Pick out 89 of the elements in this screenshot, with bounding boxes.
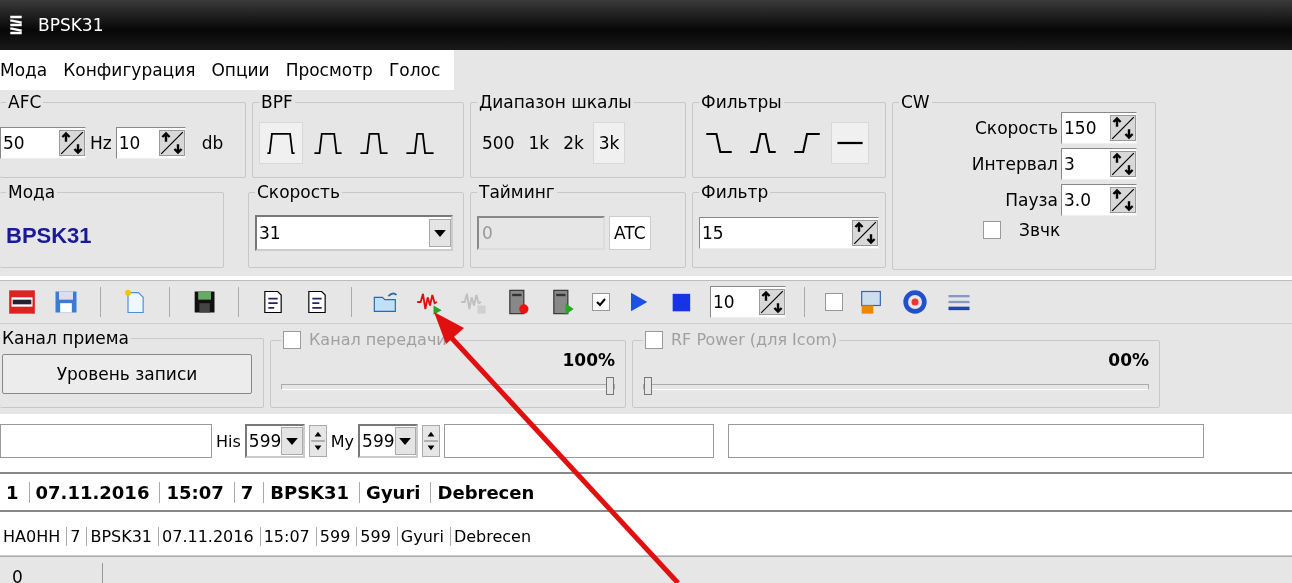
filter-type-button[interactable]: [831, 122, 869, 164]
log-cell: 599: [316, 527, 358, 546]
up-down-button[interactable]: [308, 425, 327, 457]
text-field[interactable]: [444, 424, 715, 458]
spin-field[interactable]: 3.0: [1061, 184, 1137, 216]
range-button[interactable]: 500: [477, 122, 520, 164]
field-label: His: [216, 431, 241, 451]
text-field[interactable]: [728, 424, 1205, 458]
menu-item[interactable]: Просмотр: [285, 60, 373, 80]
checkbox[interactable]: [592, 293, 610, 311]
slider-thumb[interactable]: [644, 377, 652, 395]
level-reading: 00%: [1108, 350, 1149, 370]
group-title: BPF: [260, 92, 294, 112]
check-icon: [595, 296, 607, 308]
field-label: My: [330, 431, 355, 451]
spin-arrows-icon[interactable]: [1110, 187, 1136, 213]
window-title: BPSK31: [38, 15, 104, 35]
spin-field[interactable]: 15: [699, 217, 879, 249]
text-field[interactable]: [0, 424, 212, 458]
checkbox[interactable]: [645, 331, 663, 349]
range-button[interactable]: 3k: [592, 122, 626, 164]
unit-label: Hz: [90, 133, 112, 153]
spin-arrows-icon[interactable]: [1110, 115, 1136, 141]
range-button[interactable]: 1k: [523, 122, 555, 164]
caret-icon[interactable]: [286, 437, 299, 445]
spin-field[interactable]: 10: [115, 127, 186, 159]
unit-label: db: [201, 133, 224, 153]
range-button[interactable]: 2k: [558, 122, 589, 164]
checkbox-label: Звчк: [1019, 220, 1061, 240]
spin-arrows-icon[interactable]: [852, 220, 878, 246]
menu-item[interactable]: Голос: [388, 60, 441, 80]
group-title: AFC: [7, 92, 43, 112]
log-cell-text: Debrecen: [452, 527, 533, 546]
log-cell: 15:07: [260, 527, 317, 546]
spin-arrows-icon[interactable]: [1110, 151, 1136, 177]
app-icon: [8, 14, 24, 36]
field-label: Скорость: [975, 118, 1058, 138]
log-cell: BPSK31: [87, 527, 160, 546]
group-title: Канал приема: [1, 328, 130, 348]
group-title: Фильтр: [700, 182, 770, 202]
group-title: Фильтры: [700, 92, 783, 112]
mode-value: BPSK31: [6, 222, 93, 249]
spin-field[interactable]: 150: [1061, 112, 1137, 144]
log-cell: 599: [357, 527, 398, 546]
group-title: Тайминг: [478, 182, 556, 202]
slider-thumb[interactable]: [606, 377, 614, 395]
spin-field[interactable]: 50: [0, 127, 86, 159]
checkbox[interactable]: [825, 293, 843, 311]
group-title: Диапазон шкалы: [478, 92, 633, 112]
up-down-button[interactable]: [422, 425, 441, 457]
checkbox[interactable]: [983, 221, 1001, 239]
menu-item[interactable]: Опции: [211, 60, 270, 80]
record-level-button[interactable]: Уровень записи: [2, 354, 252, 394]
caret-icon[interactable]: [434, 229, 446, 237]
level-reading: 100%: [562, 350, 615, 370]
menu-item[interactable]: Мода: [0, 60, 48, 80]
checkbox-label: Канал передачи: [309, 330, 447, 350]
log-header-cell: Gyuri: [360, 481, 432, 503]
log-header-cell: 07.11.2016: [29, 481, 161, 503]
spin-arrows-icon[interactable]: [158, 130, 185, 156]
log-cell: 7: [67, 527, 88, 546]
log-header-cell: 7: [234, 481, 265, 503]
log-cell: 07.11.2016: [159, 527, 261, 546]
log-header-cell: 15:07: [160, 481, 235, 503]
caret-icon[interactable]: [399, 437, 412, 445]
checkbox-label: RF Power (для Icom): [671, 330, 838, 350]
atc-button[interactable]: ATC: [609, 216, 651, 250]
spin-field[interactable]: 10: [710, 286, 786, 318]
log-header-cell: 1: [0, 481, 30, 503]
field-label: Пауза: [1005, 190, 1058, 210]
field-label: Интервал: [971, 154, 1058, 174]
group-title: CW: [900, 92, 931, 112]
checkbox[interactable]: [283, 331, 301, 349]
log-header-cell-text: Debrecen: [436, 481, 536, 503]
group-title: Скорость: [256, 182, 341, 202]
log-header-cell: BPSK31: [264, 481, 361, 503]
menu-item[interactable]: Конфигурация: [63, 60, 196, 80]
speed-dropdown[interactable]: 31: [255, 215, 453, 251]
report-dropdown[interactable]: 599: [244, 424, 305, 458]
spin-arrows-icon[interactable]: [59, 130, 85, 156]
filter-shape-button[interactable]: [259, 122, 303, 164]
log-cell: Gyuri: [397, 527, 451, 546]
log-cell: HA0HH: [0, 527, 68, 546]
filter-curve-icon: [836, 140, 864, 146]
report-dropdown[interactable]: 599: [358, 424, 419, 458]
status-text: 0: [0, 563, 103, 583]
spin-arrows-icon[interactable]: [759, 289, 785, 315]
group-title: Мода: [7, 182, 57, 202]
spin-field[interactable]: 3: [1061, 148, 1137, 180]
